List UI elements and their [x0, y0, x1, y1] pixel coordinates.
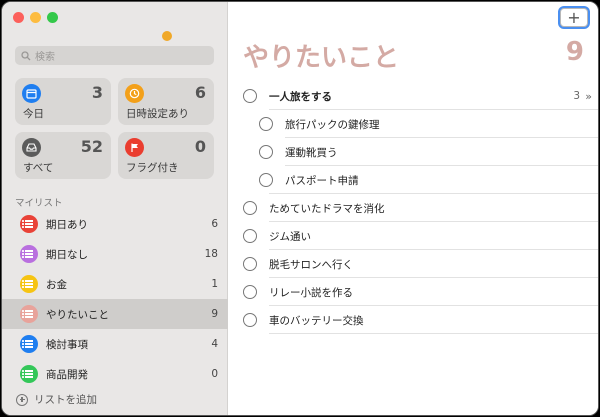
checkbox-circle[interactable]: [243, 201, 257, 215]
search-placeholder: 検索: [35, 52, 55, 63]
list-item-count: 9: [211, 308, 218, 320]
close-window-button[interactable]: [13, 12, 24, 23]
smart-list-label: すべて: [23, 162, 54, 174]
search-field[interactable]: 検索: [15, 46, 214, 65]
minimize-window-button[interactable]: [30, 12, 41, 23]
list-count: 9: [565, 37, 584, 67]
reminder-text[interactable]: リレー小説を作る: [269, 285, 353, 300]
list-item-name: 期日なし: [46, 248, 88, 261]
reminder-item[interactable]: 一人旅をする 3 »: [229, 82, 598, 110]
subtask-item[interactable]: 旅行パックの鍵修理: [229, 110, 598, 138]
my-lists-heading: マイリスト: [15, 198, 63, 209]
checkbox-circle[interactable]: [243, 229, 257, 243]
smart-list-count: 52: [80, 137, 103, 156]
subtask-count: 3: [573, 90, 580, 102]
list-item-considerations[interactable]: 検討事項 4: [2, 329, 228, 359]
reminder-item[interactable]: ジム通い: [229, 222, 598, 250]
list-item-count: 4: [211, 338, 218, 350]
smart-list-label: 日時設定あり: [126, 108, 189, 120]
list-item-count: 0: [211, 368, 218, 380]
smart-list-label: フラグ付き: [126, 162, 179, 174]
list-bullets-icon: [20, 335, 38, 353]
subtask-item[interactable]: パスポート申請: [229, 166, 598, 194]
list-item-product-dev[interactable]: 商品開発 0: [2, 359, 228, 389]
list-item-count: 18: [204, 248, 218, 260]
reminder-text[interactable]: ジム通い: [269, 229, 311, 244]
list-item-count: 1: [211, 278, 218, 290]
reminder-text[interactable]: 車のバッテリー交換: [269, 313, 364, 328]
list-bullets-icon: [20, 365, 38, 383]
calendar-icon: [22, 84, 41, 103]
zoom-window-button[interactable]: [47, 12, 58, 23]
smart-list-count: 3: [91, 83, 103, 102]
checkbox-circle[interactable]: [243, 89, 257, 103]
checkbox-circle[interactable]: [243, 313, 257, 327]
list-item-name: 検討事項: [46, 338, 88, 351]
list-item-wishlist[interactable]: やりたいこと 9: [2, 299, 228, 329]
add-circle-icon: [16, 393, 28, 406]
divider: [269, 333, 598, 334]
sidebar: 検索 3 今日 6 日時設定あり 52 すべて 0 フラグ付き マイリスト 期日…: [2, 2, 228, 415]
reminders-list: 一人旅をする 3 » 旅行パックの鍵修理 運動靴買う パスポート申請 ためていた…: [229, 82, 598, 334]
list-bullets-icon: [20, 245, 38, 263]
checkbox-circle[interactable]: [259, 173, 273, 187]
subtask-item[interactable]: 運動靴買う: [229, 138, 598, 166]
reminder-text[interactable]: 旅行パックの鍵修理: [285, 117, 380, 132]
expand-chevron-icon[interactable]: »: [585, 90, 592, 103]
list-item-name: 商品開発: [46, 368, 88, 381]
list-bullets-icon: [20, 305, 38, 323]
reminder-item[interactable]: 脱毛サロンへ行く: [229, 250, 598, 278]
checkbox-circle[interactable]: [243, 285, 257, 299]
add-reminder-button[interactable]: +: [560, 8, 588, 27]
list-item-due[interactable]: 期日あり 6: [2, 209, 228, 239]
smart-lists: 3 今日 6 日時設定あり 52 すべて 0 フラグ付き: [15, 78, 214, 179]
reminder-text[interactable]: パスポート申請: [285, 173, 359, 188]
checkbox-circle[interactable]: [259, 145, 273, 159]
my-lists: 期日あり 6 期日なし 18 お金 1 やりたいこと 9 検討事項 4 商品開発…: [2, 209, 228, 389]
list-bullets-icon: [20, 215, 38, 233]
smart-list-all[interactable]: 52 すべて: [15, 132, 111, 179]
tray-icon: [22, 138, 41, 157]
reminders-window: 検索 3 今日 6 日時設定あり 52 すべて 0 フラグ付き マイリスト 期日…: [1, 1, 599, 416]
reminder-text[interactable]: ためていたドラマを消化: [269, 201, 385, 216]
reminder-text[interactable]: 運動靴買う: [285, 145, 338, 160]
checkbox-circle[interactable]: [243, 257, 257, 271]
search-icon: [21, 50, 31, 60]
list-item-name: やりたいこと: [46, 308, 109, 321]
add-list-button[interactable]: リストを追加: [16, 392, 97, 407]
reminder-text[interactable]: 一人旅をする: [269, 89, 332, 104]
flag-icon: [125, 138, 144, 157]
list-item-money[interactable]: お金 1: [2, 269, 228, 299]
smart-list-flagged[interactable]: 0 フラグ付き: [118, 132, 214, 179]
reminder-item[interactable]: 車のバッテリー交換: [229, 306, 598, 334]
checkbox-circle[interactable]: [259, 117, 273, 131]
reminder-text[interactable]: 脱毛サロンへ行く: [269, 257, 353, 272]
indicator-dot: [162, 31, 172, 41]
smart-list-count: 0: [194, 137, 206, 156]
list-bullets-icon: [20, 275, 38, 293]
list-item-name: 期日あり: [46, 218, 88, 231]
list-title: やりたいこと: [243, 43, 400, 73]
reminder-item[interactable]: ためていたドラマを消化: [229, 194, 598, 222]
smart-list-today[interactable]: 3 今日: [15, 78, 111, 125]
smart-list-scheduled[interactable]: 6 日時設定あり: [118, 78, 214, 125]
list-item-name: お金: [46, 278, 67, 291]
clock-icon: [125, 84, 144, 103]
smart-list-label: 今日: [23, 108, 44, 120]
add-list-label: リストを追加: [34, 394, 97, 406]
smart-list-count: 6: [194, 83, 206, 102]
main-pane: + やりたいこと 9 一人旅をする 3 » 旅行パックの鍵修理 運動靴買う パス…: [229, 2, 598, 415]
reminder-item[interactable]: リレー小説を作る: [229, 278, 598, 306]
list-item-no-due[interactable]: 期日なし 18: [2, 239, 228, 269]
list-item-count: 6: [211, 218, 218, 230]
window-controls: [13, 12, 58, 23]
